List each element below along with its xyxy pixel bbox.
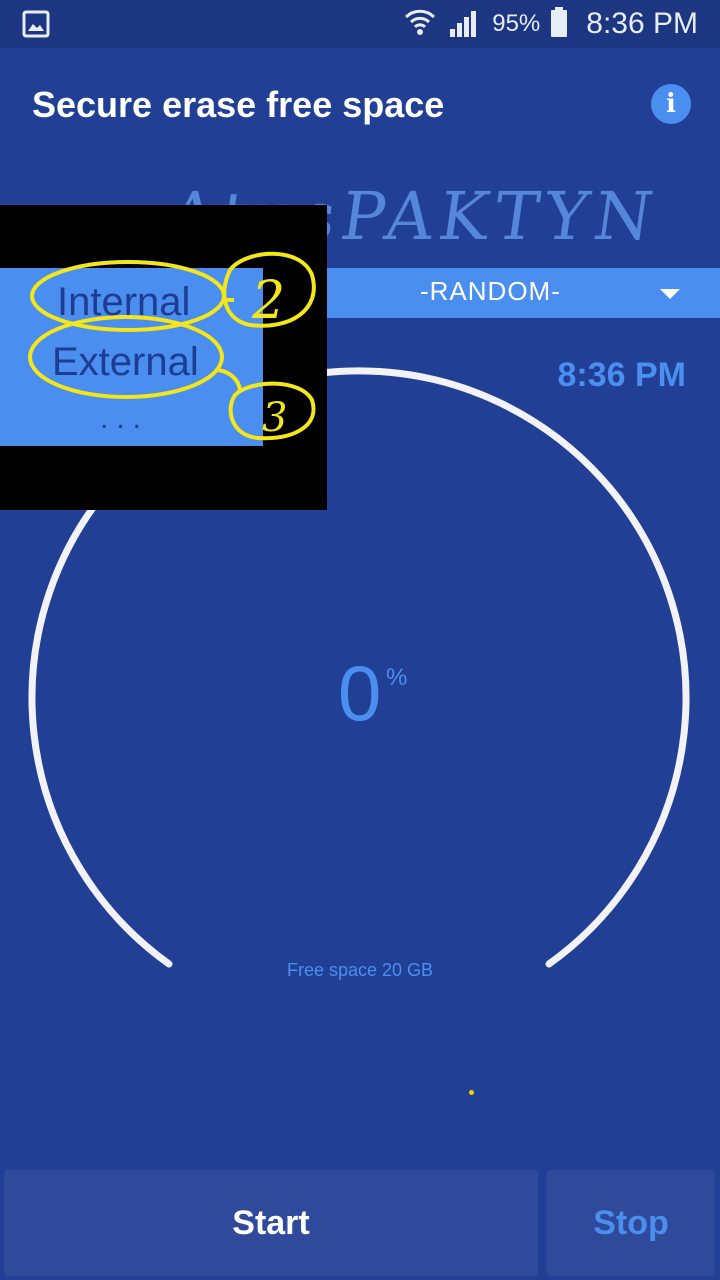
stop-button[interactable]: Stop [547, 1170, 715, 1276]
annotation-number-2: 2 [251, 271, 285, 331]
annotation-connector-b [217, 368, 242, 393]
annotation-circle-internal [30, 260, 226, 332]
annotation-number-3: 3 [262, 395, 287, 441]
stray-dot [469, 1090, 474, 1095]
annotation-overlay: 2 3 [28, 251, 316, 441]
start-button[interactable]: Start [4, 1170, 538, 1276]
